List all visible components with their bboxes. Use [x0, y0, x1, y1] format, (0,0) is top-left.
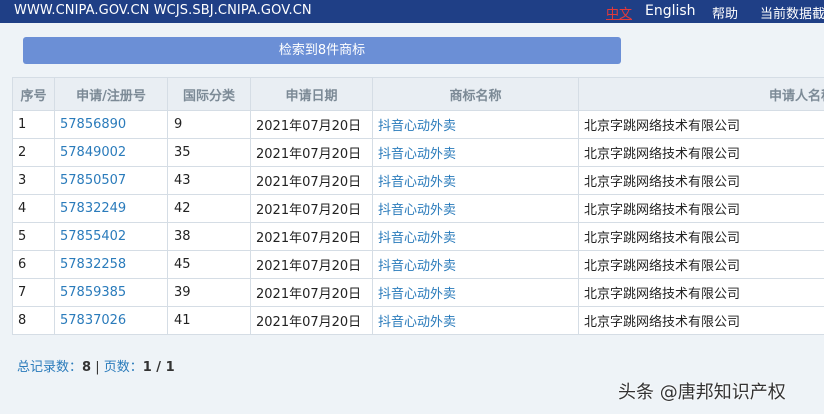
trademark-name-link[interactable]: 抖音心动外卖	[372, 278, 579, 307]
application-date: 2021年07月20日	[250, 222, 373, 251]
class-number: 43	[167, 166, 251, 195]
table-row: 1 57856890 9 2021年07月20日 抖音心动外卖 北京字跳网络技术有限公司	[12, 110, 824, 139]
trademark-name-link[interactable]: 抖音心动外卖	[372, 222, 579, 251]
col-header-reg-no[interactable]: 申请/注册号	[54, 77, 168, 111]
total-records-label: 总记录数：	[17, 360, 83, 375]
class-number: 35	[167, 138, 251, 167]
lang-chinese-link[interactable]: 中文	[606, 3, 632, 22]
class-number: 41	[167, 306, 251, 335]
reg-number-link[interactable]: 57832258	[54, 250, 168, 279]
trademark-name-link[interactable]: 抖音心动外卖	[372, 194, 579, 223]
applicant-name: 北京字跳网络技术有限公司	[578, 222, 824, 251]
reg-number-link[interactable]: 57849002	[54, 138, 168, 167]
reg-number-link[interactable]: 57837026	[54, 306, 168, 335]
class-number: 9	[167, 110, 251, 139]
applicant-name: 北京字跳网络技术有限公司	[578, 166, 824, 195]
trademark-name-link[interactable]: 抖音心动外卖	[372, 306, 579, 335]
application-date: 2021年07月20日	[250, 110, 373, 139]
table-row: 2 57849002 35 2021年07月20日 抖音心动外卖 北京字跳网络技术有限公司	[12, 138, 824, 167]
total-records-value: 8	[82, 360, 92, 375]
page-count-label: 页数：	[103, 360, 143, 375]
reg-number-link[interactable]: 57856890	[54, 110, 168, 139]
reg-number-link[interactable]: 57832249	[54, 194, 168, 223]
class-number: 42	[167, 194, 251, 223]
application-date: 2021年07月20日	[250, 278, 373, 307]
top-bar: WWW.CNIPA.GOV.CN WCJS.SBJ.CNIPA.GOV.CN 中…	[0, 0, 824, 23]
row-index: 3	[12, 166, 55, 195]
table-header-row: 序号 申请/注册号 国际分类 申请日期 商标名称 申请人名称	[12, 77, 824, 111]
pagination-summary: 总记录数：8 | 页数：1 / 1	[17, 356, 175, 375]
col-header-applicant[interactable]: 申请人名称	[578, 77, 824, 111]
col-header-index: 序号	[12, 77, 55, 111]
lang-english-link[interactable]: English	[645, 3, 696, 19]
applicant-name: 北京字跳网络技术有限公司	[578, 278, 824, 307]
trademark-name-link[interactable]: 抖音心动外卖	[372, 110, 579, 139]
watermark: 头条 @唐邦知识产权	[618, 382, 786, 403]
col-header-mark-name[interactable]: 商标名称	[372, 77, 579, 111]
row-index: 2	[12, 138, 55, 167]
applicant-name: 北京字跳网络技术有限公司	[578, 250, 824, 279]
trademark-name-link[interactable]: 抖音心动外卖	[372, 250, 579, 279]
class-number: 38	[167, 222, 251, 251]
application-date: 2021年07月20日	[250, 306, 373, 335]
results-table: 序号 申请/注册号 国际分类 申请日期 商标名称 申请人名称 157856890…	[12, 77, 824, 335]
reg-number-link[interactable]: 57859385	[54, 278, 168, 307]
application-date: 2021年07月20日	[250, 194, 373, 223]
help-link[interactable]: 帮助	[712, 3, 738, 22]
table-row: 8 57837026 41 2021年07月20日 抖音心动外卖 北京字跳网络技术有限公司	[12, 306, 824, 335]
page-count-value: 1 / 1	[142, 360, 175, 375]
col-header-date[interactable]: 申请日期	[250, 77, 373, 111]
table-row: 7 57859385 39 2021年07月20日 抖音心动外卖 北京字跳网络技术有限公司	[12, 278, 824, 307]
table-row: 6 57832258 45 2021年07月20日 抖音心动外卖 北京字跳网络技术有限公司	[12, 250, 824, 279]
search-result-button[interactable]: 检索到8件商标	[23, 37, 621, 64]
class-number: 39	[167, 278, 251, 307]
trademark-name-link[interactable]: 抖音心动外卖	[372, 138, 579, 167]
application-date: 2021年07月20日	[250, 138, 373, 167]
reg-number-link[interactable]: 57850507	[54, 166, 168, 195]
row-index: 5	[12, 222, 55, 251]
site-domains: WWW.CNIPA.GOV.CN WCJS.SBJ.CNIPA.GOV.CN	[14, 3, 312, 18]
application-date: 2021年07月20日	[250, 166, 373, 195]
trademark-name-link[interactable]: 抖音心动外卖	[372, 166, 579, 195]
row-index: 4	[12, 194, 55, 223]
reg-number-link[interactable]: 57855402	[54, 222, 168, 251]
data-update-link[interactable]: 当前数据截	[760, 3, 824, 22]
row-index: 7	[12, 278, 55, 307]
table-row: 3 57850507 43 2021年07月20日 抖音心动外卖 北京字跳网络技术有限公司	[12, 166, 824, 195]
table-row: 4 57832249 42 2021年07月20日 抖音心动外卖 北京字跳网络技术有限公司	[12, 194, 824, 223]
row-index: 6	[12, 250, 55, 279]
table-row: 5 57855402 38 2021年07月20日 抖音心动外卖 北京字跳网络技术有限公司	[12, 222, 824, 251]
row-index: 8	[12, 306, 55, 335]
applicant-name: 北京字跳网络技术有限公司	[578, 110, 824, 139]
summary-separator: |	[91, 360, 104, 375]
applicant-name: 北京字跳网络技术有限公司	[578, 306, 824, 335]
col-header-class[interactable]: 国际分类	[167, 77, 251, 111]
application-date: 2021年07月20日	[250, 250, 373, 279]
applicant-name: 北京字跳网络技术有限公司	[578, 194, 824, 223]
row-index: 1	[12, 110, 55, 139]
applicant-name: 北京字跳网络技术有限公司	[578, 138, 824, 167]
class-number: 45	[167, 250, 251, 279]
